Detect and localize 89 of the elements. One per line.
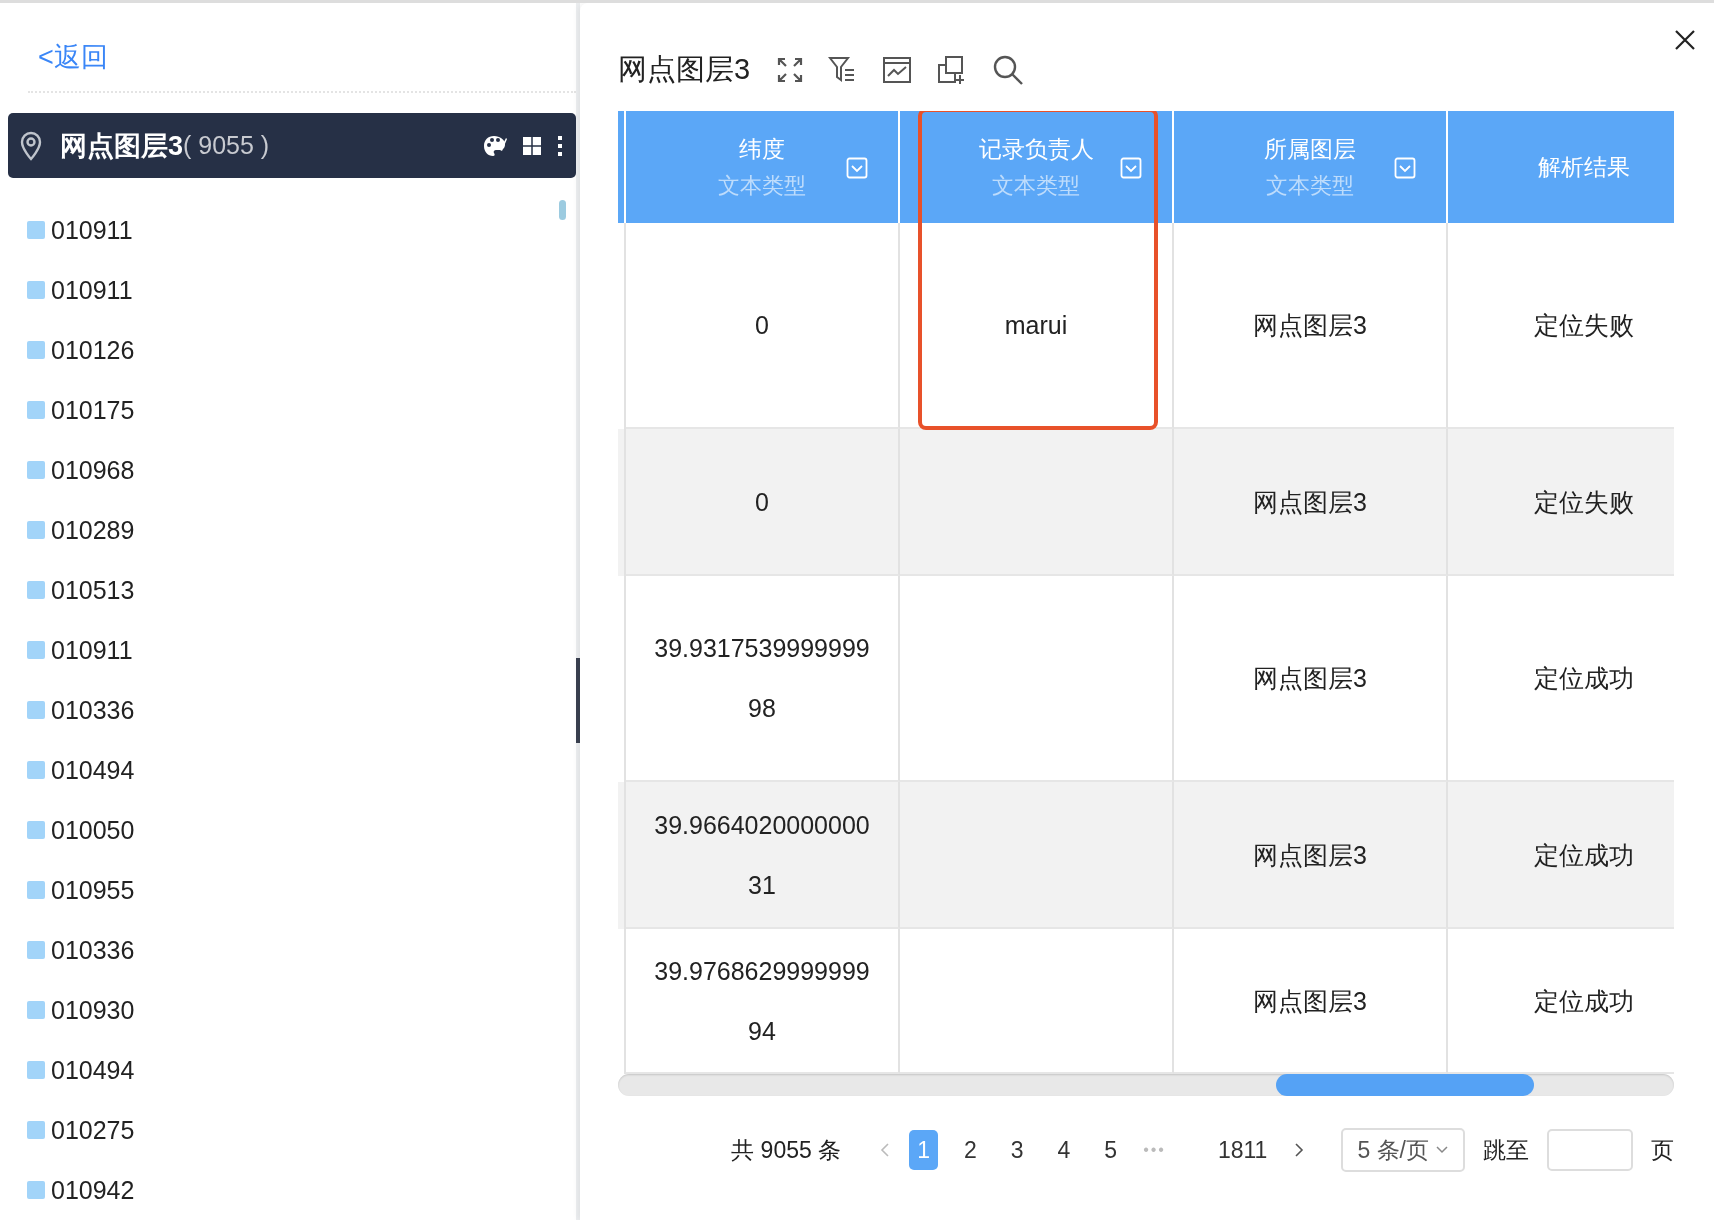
layer-item[interactable]: 010289 xyxy=(8,500,135,560)
layer-item[interactable]: 010955 xyxy=(8,860,135,920)
page-button[interactable]: 4 xyxy=(1049,1130,1079,1170)
scrollbar-thumb[interactable] xyxy=(559,200,566,220)
layer-item[interactable]: 010911 xyxy=(8,260,133,320)
page-button[interactable]: 2 xyxy=(955,1130,985,1170)
column-type: 文本类型 xyxy=(718,171,806,200)
layer-item[interactable]: 010911 xyxy=(8,200,133,260)
table-cell-text: 定位成功 xyxy=(1534,839,1634,871)
table-cell-text: marui xyxy=(1004,310,1068,341)
page-button[interactable]: 5 xyxy=(1096,1130,1126,1170)
legend-square-icon xyxy=(27,221,45,239)
column-type: 文本类型 xyxy=(1266,171,1354,200)
layer-item[interactable]: 010175 xyxy=(8,380,135,440)
panel-title: 网点图层3 xyxy=(618,52,751,87)
table-cell-text: 39.931753999999998 xyxy=(654,633,870,724)
table-cell-text: 网点图层3 xyxy=(1253,310,1367,341)
legend-square-icon xyxy=(27,461,45,479)
dropdown-checkbox-icon[interactable] xyxy=(1120,157,1142,179)
layer-header[interactable]: 网点图层3( 9055 ) xyxy=(8,113,576,178)
layer-item[interactable]: 010336 xyxy=(8,680,135,740)
scrollbar-thumb[interactable] xyxy=(1276,1074,1534,1096)
layer-item[interactable]: 010968 xyxy=(8,440,135,500)
total-count: 共 9055 条 xyxy=(731,1135,842,1165)
legend-square-icon xyxy=(27,281,45,299)
layer-item[interactable]: 010513 xyxy=(8,560,135,620)
layer-count: ( 9055 ) xyxy=(183,131,270,160)
layer-item[interactable]: 010911 xyxy=(8,620,133,680)
table-cell-text: 39.976862999999994 xyxy=(654,955,870,1047)
legend-square-icon xyxy=(27,881,45,899)
column-type: 文本类型 xyxy=(992,171,1080,200)
horizontal-scrollbar[interactable] xyxy=(618,1074,1674,1096)
legend-square-icon xyxy=(27,761,45,779)
table-cell-text: 网点图层3 xyxy=(1253,486,1367,518)
splitter-handle[interactable] xyxy=(576,658,580,743)
legend-square-icon xyxy=(27,821,45,839)
layer-item[interactable]: 010930 xyxy=(8,980,135,1040)
dropdown-checkbox-icon[interactable] xyxy=(1394,157,1416,179)
page-button[interactable]: 3 xyxy=(1002,1130,1032,1170)
layer-name: 网点图层3 xyxy=(60,129,184,163)
layer-item[interactable]: 010336 xyxy=(8,920,135,980)
location-pin-icon xyxy=(20,130,42,161)
legend-square-icon xyxy=(27,401,45,419)
table-cell-text: 网点图层3 xyxy=(1253,985,1367,1017)
legend-square-icon xyxy=(27,521,45,539)
caret-icon xyxy=(1435,1145,1449,1155)
legend-square-icon xyxy=(27,1181,45,1199)
page-unit: 页 xyxy=(1651,1135,1674,1165)
search-icon[interactable] xyxy=(992,54,1025,86)
legend-square-icon xyxy=(27,341,45,359)
column-title: 纬度 xyxy=(739,134,785,164)
table-cell-text: 定位成功 xyxy=(1534,663,1634,694)
layer-item[interactable]: 010494 xyxy=(8,740,135,800)
legend-square-icon xyxy=(27,641,45,659)
layer-item[interactable]: 010494 xyxy=(8,1040,135,1100)
table-cell-text: 网点图层3 xyxy=(1253,663,1367,694)
jump-input-field[interactable] xyxy=(1547,1129,1633,1171)
legend-square-icon xyxy=(27,1001,45,1019)
table-cell-text: 定位成功 xyxy=(1534,985,1634,1017)
column-title: 解析结果 xyxy=(1538,152,1630,182)
grid-icon[interactable] xyxy=(522,135,542,156)
dropdown-checkbox-icon[interactable] xyxy=(846,157,868,179)
layer-item[interactable]: 010942 xyxy=(8,1160,135,1220)
close-icon[interactable] xyxy=(1674,29,1696,51)
page-size-select[interactable]: 5 条/页 xyxy=(1341,1128,1465,1172)
page-button[interactable]: 1811 xyxy=(1209,1130,1276,1170)
jump-label: 跳至 xyxy=(1483,1135,1529,1165)
table-cell-text: 定位失败 xyxy=(1534,310,1634,341)
table-cell-text: 网点图层3 xyxy=(1253,839,1367,871)
fullscreen-icon[interactable] xyxy=(776,56,805,84)
legend-square-icon xyxy=(27,941,45,959)
next-page-icon[interactable] xyxy=(1293,1142,1306,1158)
more-icon[interactable] xyxy=(556,134,564,157)
back-link[interactable]: <返回 xyxy=(38,39,108,75)
palette-icon[interactable] xyxy=(482,133,508,158)
table-cell-text: 0 xyxy=(755,486,769,518)
legend-square-icon xyxy=(27,1061,45,1079)
table-cell-text: 39.966402000000031 xyxy=(654,809,870,901)
chart-icon[interactable] xyxy=(882,56,913,84)
layer-item[interactable]: 010275 xyxy=(8,1100,135,1160)
layer-item[interactable]: 010126 xyxy=(8,320,135,380)
column-title: 所属图层 xyxy=(1264,134,1356,164)
table-cell-text: 0 xyxy=(755,310,769,341)
layer-item[interactable]: 010050 xyxy=(8,800,135,860)
table-cell-text: 定位失败 xyxy=(1534,486,1634,518)
legend-square-icon xyxy=(27,701,45,719)
column-title: 记录负责人 xyxy=(978,134,1094,164)
legend-square-icon xyxy=(27,1121,45,1139)
legend-square-icon xyxy=(27,581,45,599)
